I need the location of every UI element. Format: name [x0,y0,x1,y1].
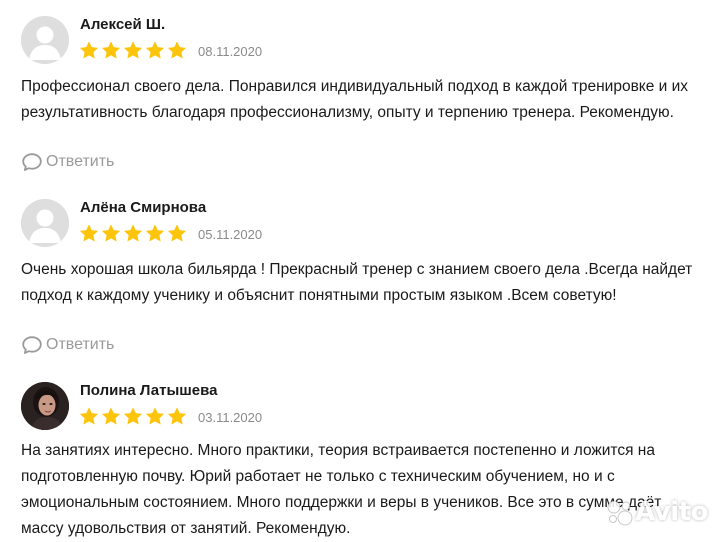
review-text: Очень хорошая школа бильярда ! Прекрасны… [21,261,693,304]
comment-icon [22,336,42,354]
review-author[interactable]: Алексей Ш. [80,16,165,33]
star-icon [123,41,143,59]
star-icon [145,407,165,425]
default-avatar-icon [21,16,69,64]
default-avatar-icon [21,199,69,247]
avatar[interactable] [21,382,69,430]
rating-stars [78,406,188,427]
rating-stars [78,40,188,61]
reply-button[interactable]: Ответить [21,335,114,355]
reply-label: Ответить [46,153,115,170]
rating-stars [78,223,188,244]
star-icon [79,407,99,425]
star-icon [123,224,143,242]
review-date: 05.11.2020 [198,227,263,242]
star-icon [167,224,187,242]
review-author[interactable]: Полина Латышева [80,382,218,399]
star-icon [101,224,121,242]
star-icon [145,41,165,59]
review-date: 03.11.2020 [198,410,263,425]
review-date: 08.11.2020 [198,44,263,59]
reply-button[interactable]: Ответить [21,152,114,172]
review-text: Профессионал своего дела. Понравился инд… [21,78,689,121]
star-icon [123,407,143,425]
review-author[interactable]: Алёна Смирнова [80,199,206,216]
star-icon [79,41,99,59]
avito-watermark: Avito [605,497,708,527]
user-photo [21,382,69,430]
star-icon [101,41,121,59]
watermark-text: Avito [635,497,708,527]
avatar[interactable] [21,199,69,247]
review-text: На занятиях интересно. Много практики, т… [21,442,662,537]
comment-icon [22,153,42,171]
reply-label: Ответить [46,336,115,353]
star-icon [145,224,165,242]
avito-logo-icon [607,500,633,526]
star-icon [79,224,99,242]
star-icon [167,407,187,425]
star-icon [101,407,121,425]
star-icon [167,41,187,59]
avatar[interactable] [21,16,69,64]
